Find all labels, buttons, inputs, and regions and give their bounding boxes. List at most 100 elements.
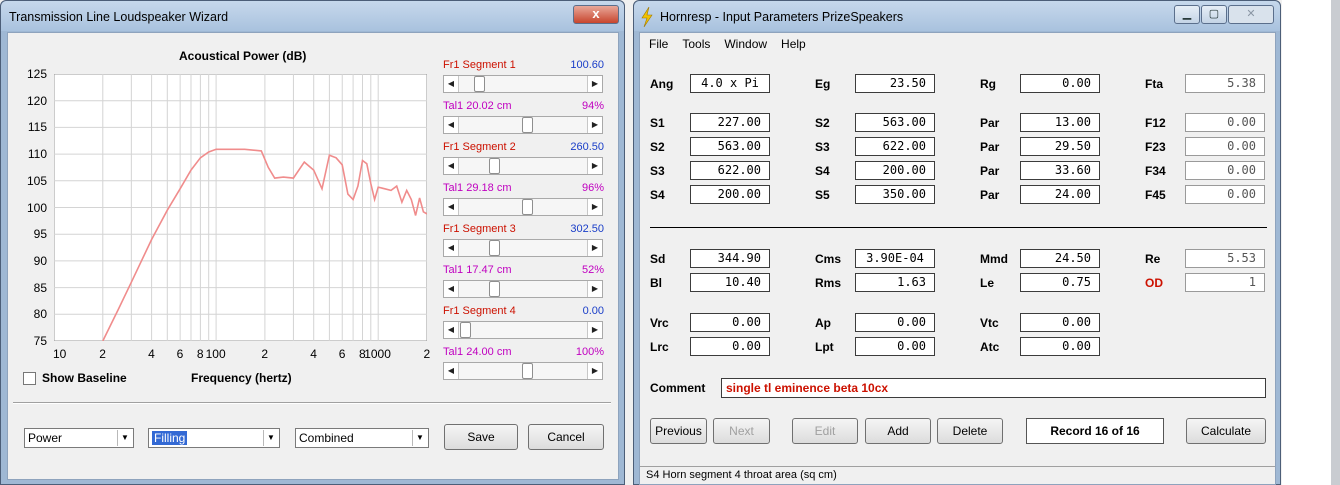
- param-field[interactable]: 344.90: [690, 249, 770, 268]
- arrow-right-icon[interactable]: ▶: [587, 158, 602, 174]
- param-field[interactable]: 33.60: [1020, 161, 1100, 180]
- param-field[interactable]: 0.00: [1185, 137, 1265, 156]
- next-button[interactable]: Next: [713, 418, 770, 444]
- tl-wizard-title: Transmission Line Loudspeaker Wizard: [9, 10, 229, 24]
- segment-slider[interactable]: ◀ ▶: [443, 321, 603, 339]
- slider-thumb[interactable]: [488, 240, 500, 256]
- param-field[interactable]: 24.50: [1020, 249, 1100, 268]
- segment-value: 96%: [581, 182, 604, 194]
- param-field[interactable]: 200.00: [855, 161, 935, 180]
- maximize-button[interactable]: ▢: [1201, 5, 1227, 24]
- add-button[interactable]: Add: [865, 418, 931, 444]
- param-field[interactable]: 227.00: [690, 113, 770, 132]
- x-tick-label: 2: [261, 347, 269, 361]
- hornresp-titlebar[interactable]: Hornresp - Input Parameters PrizeSpeaker…: [634, 1, 1280, 31]
- chevron-down-icon[interactable]: ▼: [263, 430, 278, 446]
- slider-thumb[interactable]: [488, 158, 500, 174]
- calculate-button[interactable]: Calculate: [1186, 418, 1266, 444]
- tl-wizard-titlebar[interactable]: Transmission Line Loudspeaker Wizard x: [1, 1, 624, 31]
- arrow-left-icon[interactable]: ◀: [444, 281, 459, 297]
- param-field[interactable]: 5.38: [1185, 74, 1265, 93]
- delete-button[interactable]: Delete: [937, 418, 1003, 444]
- segment-value: 100%: [575, 346, 604, 358]
- menu-tools[interactable]: Tools: [675, 37, 717, 51]
- slider-thumb[interactable]: [460, 322, 471, 338]
- param-field[interactable]: 29.50: [1020, 137, 1100, 156]
- param-field[interactable]: 0.00: [1020, 337, 1100, 356]
- param-field[interactable]: 5.53: [1185, 249, 1265, 268]
- param-field[interactable]: 13.00: [1020, 113, 1100, 132]
- segment-slider[interactable]: ◀ ▶: [443, 362, 603, 380]
- param-field[interactable]: 622.00: [690, 161, 770, 180]
- arrow-right-icon[interactable]: ▶: [587, 117, 602, 133]
- arrow-right-icon[interactable]: ▶: [587, 281, 602, 297]
- param-field[interactable]: 563.00: [690, 137, 770, 156]
- param-field[interactable]: 0.00: [855, 337, 935, 356]
- x-tick-label: 4: [148, 347, 155, 361]
- param-field[interactable]: 0.00: [1020, 74, 1100, 93]
- segment-slider[interactable]: ◀ ▶: [443, 239, 603, 257]
- arrow-right-icon[interactable]: ▶: [587, 240, 602, 256]
- menu-help[interactable]: Help: [774, 37, 813, 51]
- slider-thumb[interactable]: [522, 363, 534, 379]
- param-field[interactable]: 3.90E-04: [855, 249, 935, 268]
- comment-field[interactable]: single tl eminence beta 10cx: [721, 378, 1266, 398]
- close-button[interactable]: ✕: [1228, 5, 1274, 24]
- slider-thumb[interactable]: [522, 117, 534, 133]
- arrow-left-icon[interactable]: ◀: [444, 117, 459, 133]
- param-field[interactable]: 0.00: [1020, 313, 1100, 332]
- menu-file[interactable]: File: [642, 37, 675, 51]
- show-baseline-checkbox[interactable]: Show Baseline: [23, 371, 127, 385]
- arrow-left-icon[interactable]: ◀: [444, 240, 459, 256]
- segment-slider[interactable]: ◀ ▶: [443, 157, 603, 175]
- segment-slider[interactable]: ◀ ▶: [443, 280, 603, 298]
- minimize-button[interactable]: ▁: [1174, 5, 1200, 24]
- arrow-right-icon[interactable]: ▶: [587, 363, 602, 379]
- param-field[interactable]: 622.00: [855, 137, 935, 156]
- param-field[interactable]: 4.0 x Pi: [690, 74, 770, 93]
- param-field[interactable]: 0.00: [855, 313, 935, 332]
- param-field[interactable]: 10.40: [690, 273, 770, 292]
- segment-value: 302.50: [570, 223, 604, 235]
- param-field[interactable]: 23.50: [855, 74, 935, 93]
- menu-window[interactable]: Window: [717, 37, 774, 51]
- param-field[interactable]: 0.00: [1185, 161, 1265, 180]
- slider-thumb[interactable]: [474, 76, 486, 92]
- param-field[interactable]: 1.63: [855, 273, 935, 292]
- param-field[interactable]: 0.75: [1020, 273, 1100, 292]
- param-field[interactable]: 0.00: [690, 337, 770, 356]
- cancel-button[interactable]: Cancel: [528, 424, 604, 450]
- close-button[interactable]: x: [573, 5, 619, 24]
- param-field[interactable]: 1: [1185, 273, 1265, 292]
- chevron-down-icon[interactable]: ▼: [117, 430, 132, 446]
- param-field[interactable]: 0.00: [1185, 185, 1265, 204]
- arrow-left-icon[interactable]: ◀: [444, 322, 459, 338]
- combined-select[interactable]: Combined ▼: [295, 428, 429, 448]
- chevron-down-icon[interactable]: ▼: [412, 430, 427, 446]
- arrow-right-icon[interactable]: ▶: [587, 199, 602, 215]
- arrow-left-icon[interactable]: ◀: [444, 363, 459, 379]
- param-field[interactable]: 200.00: [690, 185, 770, 204]
- arrow-left-icon[interactable]: ◀: [444, 76, 459, 92]
- param-field[interactable]: 563.00: [855, 113, 935, 132]
- segment-slider[interactable]: ◀ ▶: [443, 198, 603, 216]
- param-field[interactable]: 0.00: [690, 313, 770, 332]
- segment-slider[interactable]: ◀ ▶: [443, 116, 603, 134]
- previous-button[interactable]: Previous: [650, 418, 707, 444]
- arrow-left-icon[interactable]: ◀: [444, 158, 459, 174]
- save-button[interactable]: Save: [444, 424, 518, 450]
- arrow-right-icon[interactable]: ▶: [587, 322, 602, 338]
- param-field[interactable]: 0.00: [1185, 113, 1265, 132]
- slider-thumb[interactable]: [522, 199, 534, 215]
- y-tick-label: 100: [26, 200, 47, 215]
- power-select[interactable]: Power ▼: [24, 428, 134, 448]
- checkbox-box[interactable]: [23, 371, 36, 385]
- filling-select[interactable]: Filling ▼: [148, 428, 280, 448]
- segment-slider[interactable]: ◀ ▶: [443, 75, 603, 93]
- arrow-left-icon[interactable]: ◀: [444, 199, 459, 215]
- slider-thumb[interactable]: [488, 281, 500, 297]
- arrow-right-icon[interactable]: ▶: [587, 76, 602, 92]
- param-field[interactable]: 350.00: [855, 185, 935, 204]
- edit-button[interactable]: Edit: [792, 418, 858, 444]
- param-field[interactable]: 24.00: [1020, 185, 1100, 204]
